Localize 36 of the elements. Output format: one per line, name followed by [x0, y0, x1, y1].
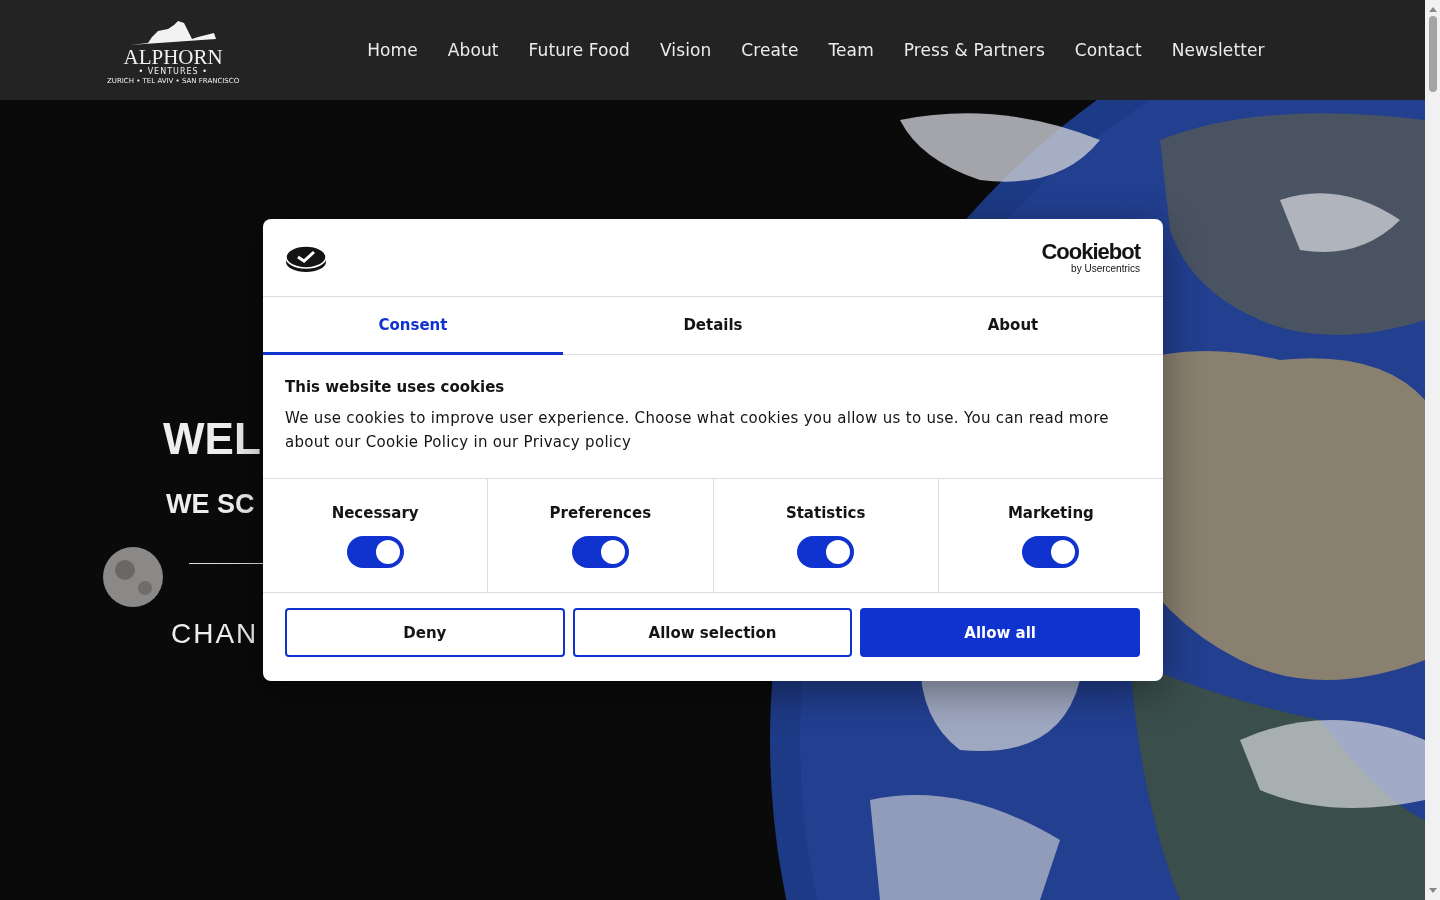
category-label: Necessary	[331, 504, 419, 522]
toggle-switch[interactable]	[797, 536, 855, 568]
nav-link[interactable]: Contact	[1074, 40, 1142, 60]
dialog-text: We use cookies to improve user experience. Choose what cookies you allow us to use. You can read more about our Cookie Policy in our Privacy policy	[285, 408, 1110, 453]
scroll-up-icon[interactable]	[1428, 7, 1437, 12]
nav-link[interactable]: Vision	[660, 40, 712, 60]
hero-heading: WEL	[163, 413, 261, 465]
nav-link[interactable]: Future Food	[528, 40, 630, 60]
scrollbar[interactable]	[1425, 0, 1440, 900]
category-label: Marketing	[1007, 504, 1094, 522]
hero-tagline: CHAN	[171, 618, 259, 650]
nav-link[interactable]: About	[447, 40, 499, 60]
nav-link[interactable]: Newsletter	[1171, 40, 1265, 60]
category-label: Preferences	[549, 504, 652, 522]
dialog-button[interactable]: Allow selection	[572, 608, 853, 657]
category-label: Statistics	[785, 504, 866, 522]
scrollbar-thumb[interactable]	[1428, 16, 1437, 92]
brand-byline: by Usercentrics	[1071, 263, 1140, 274]
toggle-switch[interactable]	[1022, 536, 1080, 568]
toggle-switch[interactable]	[346, 536, 404, 568]
dialog-title: This website uses cookies	[285, 378, 506, 396]
nav-link[interactable]: Press & Partners	[903, 40, 1045, 60]
nav-link[interactable]: Home	[367, 40, 418, 60]
logo-subtitle: • VENTURES •	[138, 66, 208, 77]
logo-name: ALPHORN	[123, 46, 223, 67]
dialog-tab[interactable]: Details	[563, 297, 863, 355]
nav-link[interactable]: Create	[741, 40, 799, 60]
brand-logo: Cookiebot	[1041, 241, 1140, 263]
scroll-down-icon[interactable]	[1428, 888, 1437, 893]
hero-subheading: WE SC	[166, 488, 255, 520]
dialog-tab[interactable]: About	[863, 297, 1163, 355]
dialog-button[interactable]: Deny	[285, 608, 565, 657]
toggle-switch[interactable]	[571, 536, 629, 568]
nav-link[interactable]: Team	[828, 40, 874, 60]
dialog-button[interactable]: Allow all	[860, 608, 1140, 657]
dialog-tab[interactable]: Consent	[263, 297, 563, 355]
